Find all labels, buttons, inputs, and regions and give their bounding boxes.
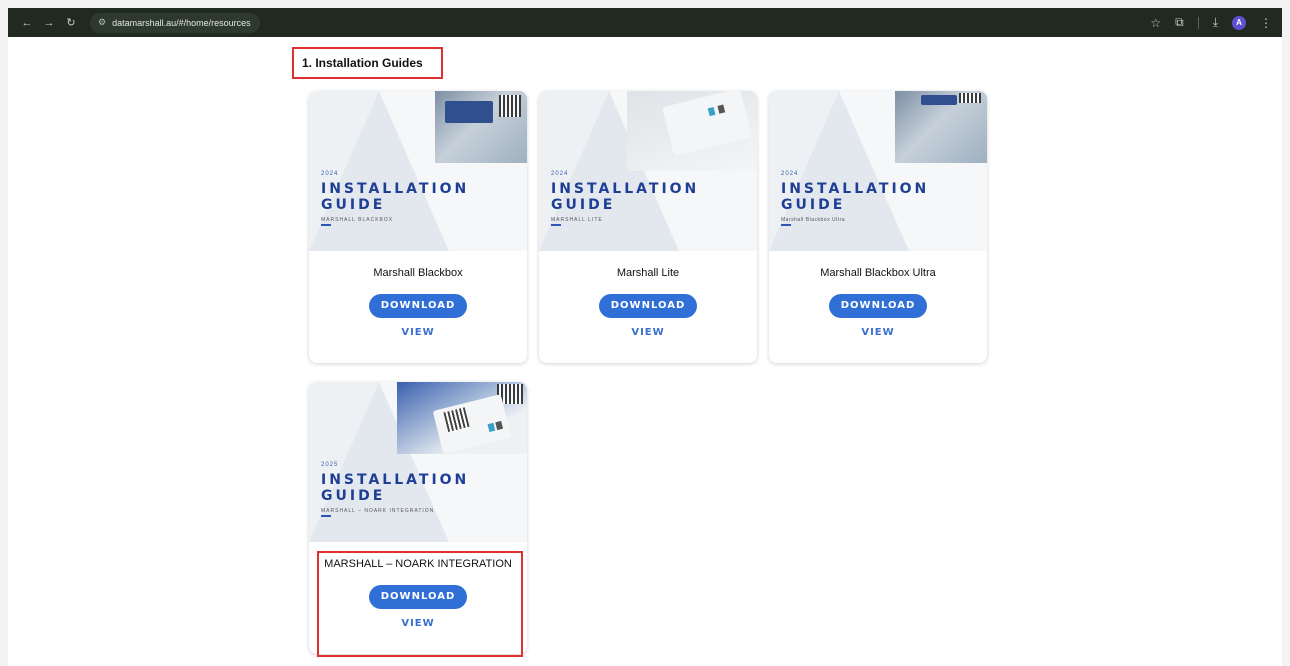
cover-accent-line — [321, 224, 331, 226]
extensions-icon[interactable]: ⧉ — [1175, 15, 1184, 30]
back-icon[interactable]: ← — [18, 14, 36, 32]
download-button[interactable]: DOWNLOAD — [369, 294, 467, 318]
cover-year: 2024 — [781, 171, 799, 177]
port-icon — [707, 106, 716, 117]
cover-line-1: INSTALLATION — [321, 472, 470, 488]
qr-code-icon — [499, 95, 521, 117]
browser-toolbar: ← → ↻ ⚙ datamarshall.au/#/home/resources… — [8, 8, 1282, 37]
menu-kebab-icon[interactable]: ⋮ — [1260, 16, 1272, 30]
cover-heading: INSTALLATION GUIDE — [321, 181, 469, 213]
cover-year: 2024 — [321, 171, 339, 177]
profile-avatar[interactable]: A — [1232, 15, 1246, 30]
cover-line-2: GUIDE — [781, 197, 846, 213]
guide-card: 2025 INSTALLATION GUIDE MARSHALL – NOARK … — [309, 382, 527, 654]
reload-icon[interactable]: ↻ — [62, 14, 80, 32]
cover-accent-line — [551, 224, 561, 226]
cover-subtitle: Marshall Blackbox Ultra — [781, 217, 846, 223]
device-photo — [435, 91, 527, 163]
cover-subtitle: MARSHALL LITE — [551, 217, 603, 223]
device-label — [445, 101, 493, 123]
cover-subtitle: MARSHALL BLACKBOX — [321, 217, 394, 223]
card-title: Marshall Blackbox — [373, 267, 463, 279]
device-box — [662, 91, 752, 156]
guide-cover-image: 2024 INSTALLATION GUIDE MARSHALL BLACKBOX — [309, 91, 527, 251]
site-settings-icon[interactable]: ⚙ — [98, 17, 106, 28]
device-label — [921, 95, 957, 105]
view-link[interactable]: VIEW — [539, 327, 757, 338]
cover-line-1: INSTALLATION — [551, 181, 700, 197]
device-photo — [627, 91, 757, 171]
device-photo — [397, 382, 527, 454]
cover-line-2: GUIDE — [321, 197, 386, 213]
card-title: Marshall Lite — [616, 267, 680, 279]
device-photo — [895, 91, 987, 163]
cover-heading: INSTALLATION GUIDE — [321, 472, 469, 504]
device-box — [432, 394, 512, 454]
qr-code-icon — [959, 93, 981, 103]
forward-icon[interactable]: → — [40, 14, 58, 32]
port-icon — [487, 422, 496, 433]
cover-year: 2025 — [321, 462, 339, 468]
view-link[interactable]: VIEW — [769, 327, 987, 338]
guide-card: 2024 INSTALLATION GUIDE MARSHALL BLACKBOX… — [309, 91, 527, 363]
port-icon — [717, 104, 726, 114]
guide-cover-image: 2024 INSTALLATION GUIDE Marshall Blackbox… — [769, 91, 987, 251]
guide-cover-image: 2025 INSTALLATION GUIDE MARSHALL – NOARK … — [309, 382, 527, 542]
cover-accent-line — [781, 224, 791, 226]
qr-code-icon — [443, 407, 470, 432]
cover-heading: INSTALLATION GUIDE — [781, 181, 929, 213]
cover-line-1: INSTALLATION — [321, 181, 470, 197]
page-content: 1. Installation Guides 2024 INSTALLATION… — [8, 37, 1282, 666]
cover-line-2: GUIDE — [551, 197, 616, 213]
guide-card: 2024 INSTALLATION GUIDE MARSHALL LITE Mar… — [539, 91, 757, 363]
card-title: Marshall Blackbox Ultra — [820, 267, 936, 279]
download-button[interactable]: DOWNLOAD — [829, 294, 927, 318]
cover-heading: INSTALLATION GUIDE — [551, 181, 699, 213]
toolbar-divider — [1197, 16, 1199, 29]
cover-accent-line — [321, 515, 331, 517]
cover-line-1: INSTALLATION — [781, 181, 930, 197]
cover-subtitle: MARSHALL – NOARK INTEGRATION — [321, 508, 435, 514]
card-title: MARSHALL – NOARK INTEGRATION — [324, 558, 512, 570]
url-text: datamarshall.au/#/home/resources — [112, 17, 251, 28]
download-button[interactable]: DOWNLOAD — [369, 585, 467, 609]
guide-card: 2024 INSTALLATION GUIDE Marshall Blackbox… — [769, 91, 987, 363]
download-icon[interactable]: ⤓ — [1213, 15, 1218, 30]
download-button[interactable]: DOWNLOAD — [599, 294, 697, 318]
guide-cover-image: 2024 INSTALLATION GUIDE MARSHALL LITE — [539, 91, 757, 251]
section-title: 1. Installation Guides — [292, 47, 443, 79]
cover-line-2: GUIDE — [321, 488, 386, 504]
view-link[interactable]: VIEW — [309, 327, 527, 338]
cover-year: 2024 — [551, 171, 569, 177]
port-icon — [495, 420, 504, 431]
view-link[interactable]: VIEW — [309, 618, 527, 629]
bookmark-star-icon[interactable]: ☆ — [1150, 16, 1161, 30]
address-bar[interactable]: ⚙ datamarshall.au/#/home/resources — [90, 12, 260, 33]
